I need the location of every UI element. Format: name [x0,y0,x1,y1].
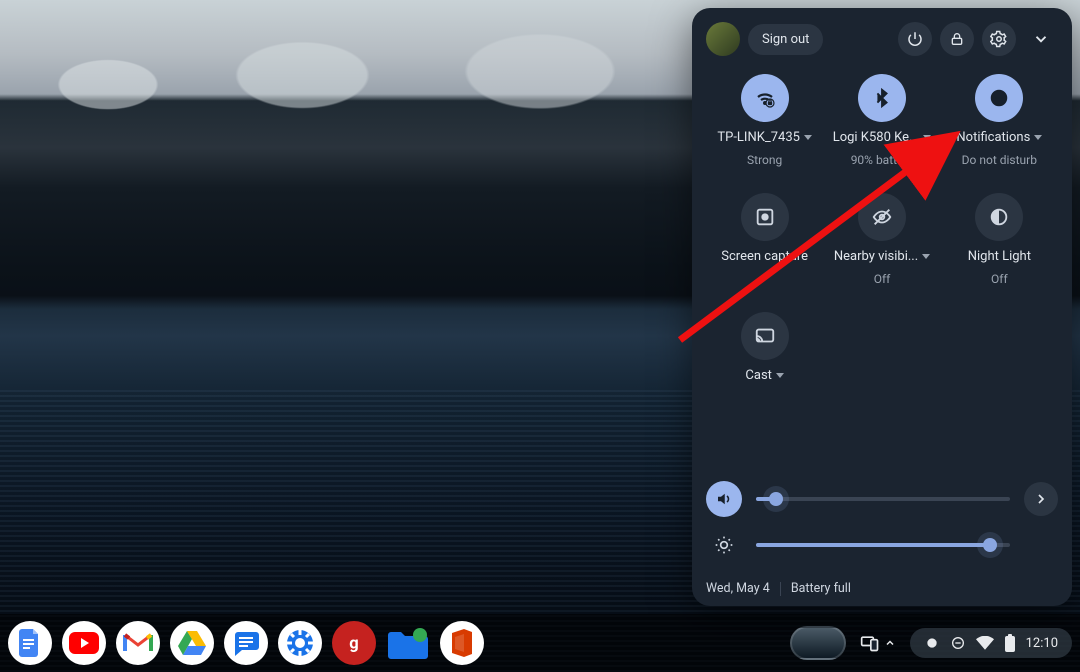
gmail-icon [123,632,153,654]
app-groovypost[interactable]: g [332,621,376,665]
wifi-icon [741,74,789,122]
divider [780,582,781,596]
volume-row [706,481,1058,517]
tile-bluetooth[interactable]: Logi K580 Ke... 90% battery [823,74,940,167]
panel-footer: Wed, May 4 Battery full [706,573,1058,596]
tile-label: Logi K580 Ke... [833,130,920,145]
caret-icon [923,135,931,140]
messages-icon [232,630,260,656]
volume-button[interactable] [706,481,742,517]
tile-sub: Do not disturb [962,153,1037,167]
status-tray[interactable]: 12:10 [910,628,1072,658]
chevron-up-icon [884,637,896,649]
tile-nearby-visibility[interactable]: Nearby visibi... Off [823,193,940,286]
caret-icon [1034,135,1042,140]
docs-icon [18,629,42,657]
dnd-status-icon [950,635,966,651]
tile-sub: 90% battery [851,153,914,167]
brightness-icon [714,535,734,555]
tile-label: Notifications [956,130,1030,145]
dnd-icon [975,74,1023,122]
tile-sub: Off [874,272,891,286]
files-icon [388,626,428,660]
night-light-icon [975,193,1023,241]
power-button[interactable] [898,22,932,56]
brightness-button[interactable] [706,527,742,563]
shelf-pinned-apps: g [8,621,484,665]
app-files[interactable] [386,621,430,665]
power-icon [906,30,924,48]
tile-notifications[interactable]: Notifications Do not disturb [941,74,1058,167]
app-office[interactable] [440,621,484,665]
tile-sub: Strong [747,153,782,167]
app-google-drive[interactable] [170,621,214,665]
gear-icon [990,30,1008,48]
settings-icon [286,629,314,657]
lock-button[interactable] [940,22,974,56]
caret-icon [804,135,812,140]
settings-button[interactable] [982,22,1016,56]
audio-settings-button[interactable] [1024,482,1058,516]
brightness-slider[interactable] [756,543,1010,547]
g-icon: g [343,632,365,654]
visibility-off-icon [858,193,906,241]
tile-label: Screen capture [721,249,808,264]
app-messages[interactable] [224,621,268,665]
phone-hub-button[interactable] [860,634,896,652]
tile-sub: Off [991,272,1008,286]
app-gmail[interactable] [116,621,160,665]
tile-wifi[interactable]: TP-LINK_7435 Strong [706,74,823,167]
battery-status-icon [1004,634,1016,652]
volume-icon [715,490,733,508]
lock-icon [949,31,965,47]
shelf: g 12:10 [0,614,1080,672]
caret-icon [776,373,784,378]
phone-hub-icon [860,634,880,652]
footer-date: Wed, May 4 [706,581,770,596]
screen-capture-icon [741,193,789,241]
cast-icon [741,312,789,360]
app-youtube[interactable] [62,621,106,665]
drive-icon [178,631,206,655]
panel-header: Sign out [706,22,1058,56]
tile-label: Night Light [968,249,1031,264]
youtube-icon [69,632,99,654]
svg-text:g: g [349,635,358,654]
office-icon [450,629,474,657]
tile-cast[interactable]: Cast [706,312,823,383]
collapse-button[interactable] [1024,22,1058,56]
quick-settings-tiles: TP-LINK_7435 Strong Logi K580 Ke... 90% … [706,74,1058,383]
tile-label: Cast [745,368,772,383]
tile-night-light[interactable]: Night Light Off [941,193,1058,286]
chevron-down-icon [1032,30,1050,48]
brightness-row [706,527,1058,563]
volume-slider[interactable] [756,497,1010,501]
footer-battery: Battery full [791,581,851,596]
sign-out-button[interactable]: Sign out [748,24,823,55]
tile-screen-capture[interactable]: Screen capture [706,193,823,286]
bluetooth-icon [858,74,906,122]
tile-label: Nearby visibi... [834,249,918,264]
tile-label: TP-LINK_7435 [717,130,800,145]
clock: 12:10 [1026,636,1058,651]
wallpaper-picker[interactable] [790,626,846,660]
caret-icon [922,254,930,259]
shelf-status-area: 12:10 [790,626,1072,660]
chevron-right-icon [1033,491,1049,507]
wifi-status-icon [976,636,994,650]
notification-badge-icon [924,635,940,651]
app-google-docs[interactable] [8,621,52,665]
avatar[interactable] [706,22,740,56]
quick-settings-panel: Sign out TP-LINK_7435 Strong Logi K [692,8,1072,606]
app-settings[interactable] [278,621,322,665]
